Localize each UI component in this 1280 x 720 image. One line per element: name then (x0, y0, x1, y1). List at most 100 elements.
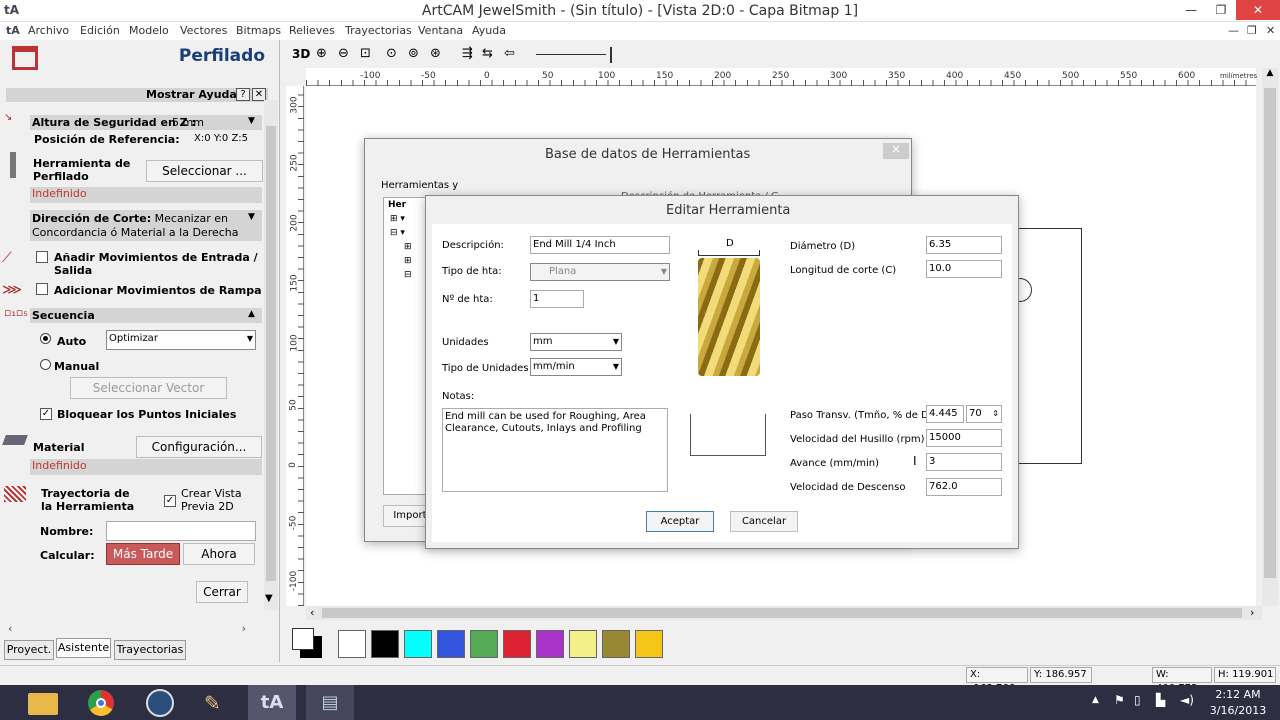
select-tool-button[interactable]: Seleccionar ... (146, 160, 263, 182)
palette-color[interactable] (569, 630, 597, 658)
panel-scrollbar[interactable] (264, 100, 278, 610)
palette-color[interactable] (470, 630, 498, 658)
palette-color[interactable] (503, 630, 531, 658)
palette-color[interactable] (602, 630, 630, 658)
menu-ventana[interactable]: Ventana (418, 24, 463, 37)
unit-type-select[interactable]: mm/min ▼ (530, 358, 622, 376)
sequence-header[interactable]: Secuencia ▲ (30, 308, 262, 323)
palette-color[interactable] (404, 630, 432, 658)
stepover-pct-input[interactable]: 70 ⇕ (966, 405, 1002, 423)
menu-modelo[interactable]: Modelo (129, 24, 169, 37)
canvas-hscroll-right-icon[interactable]: › (1250, 606, 1254, 619)
zoom-prev-icon[interactable]: ⊚ (408, 46, 419, 61)
tray-arrow-icon[interactable]: ▲ (1092, 695, 1099, 705)
select-vector-button[interactable]: Seleccionar Vector (70, 377, 227, 399)
menu-trayectorias[interactable]: Trayectorias (345, 24, 412, 37)
file-explorer-icon[interactable] (28, 693, 58, 715)
diameter-input[interactable]: 6.35 (926, 236, 1002, 254)
mdi-close-icon[interactable]: ✕ (1266, 24, 1275, 37)
preview-checkbox[interactable]: ✓ (164, 495, 176, 507)
zoom-out-icon[interactable]: ⊖ (338, 46, 349, 61)
zoom-slider-handle[interactable] (610, 47, 612, 63)
canvas-vscroll-thumb[interactable] (1264, 88, 1276, 578)
units-select[interactable]: mm ▼ (530, 333, 622, 351)
feed-input[interactable]: 3 (926, 453, 1002, 471)
lead-moves-checkbox[interactable] (36, 251, 48, 263)
show-help-label[interactable]: Mostrar Ayuda (146, 88, 237, 101)
back-icon[interactable]: ⇦ (504, 46, 515, 61)
restore-icon[interactable]: ❐ (1206, 0, 1236, 20)
type-select[interactable]: Plana ▼ (530, 263, 670, 281)
close-icon[interactable]: ✕ (1236, 0, 1280, 20)
spindle-input[interactable]: 15000 (926, 429, 1002, 447)
tray-flag-icon[interactable]: ⚑ (1114, 693, 1125, 707)
palette-color[interactable] (536, 630, 564, 658)
palette-color[interactable] (371, 630, 399, 658)
zoom-box-icon[interactable]: ⊡ (360, 46, 371, 61)
zoom-in-icon[interactable]: ⊕ (316, 46, 327, 61)
menu-archivo[interactable]: Archivo (28, 24, 69, 37)
chrome-icon[interactable] (88, 690, 114, 716)
canvas-hscroll-left-icon[interactable]: ‹ (310, 606, 314, 619)
notes-textarea[interactable]: End mill can be used for Roughing, Area … (442, 408, 668, 492)
help-question-icon[interactable]: ? (236, 88, 250, 101)
artcam-taskbar-icon[interactable]: tA (248, 685, 296, 720)
layer-icon[interactable]: ⇶ (462, 46, 473, 61)
tray-network-icon[interactable]: ▙ (1156, 693, 1165, 707)
ramp-moves-checkbox[interactable] (36, 283, 48, 295)
app-taskbar-icon[interactable] (146, 689, 174, 717)
canvas-hscroll[interactable]: ‹ › (306, 606, 1262, 620)
zoom-fit-icon[interactable]: ⊙ (386, 46, 397, 61)
optimize-select[interactable]: Optimizar ▼ (106, 330, 256, 350)
palette-color[interactable] (635, 630, 663, 658)
panel-scroll-thumb[interactable] (266, 126, 276, 581)
minimize-icon[interactable]: — (1176, 0, 1206, 20)
zoom-all-icon[interactable]: ⊛ (430, 46, 441, 61)
menu-edicion[interactable]: Edición (80, 24, 120, 37)
cancel-button[interactable]: Cancelar (730, 511, 798, 532)
sequence-collapse-icon[interactable]: ▲ (248, 309, 255, 319)
clock-date[interactable]: 3/16/2013 (1206, 704, 1270, 717)
zoom-slider[interactable] (536, 54, 606, 55)
paint-taskbar-icon[interactable]: ✎ (204, 691, 221, 715)
expand-down-icon[interactable]: ▼ (248, 116, 255, 126)
panel-scroll-down-icon[interactable]: ▼ (265, 593, 273, 604)
palette-color[interactable] (338, 630, 366, 658)
plunge-input[interactable]: 762.0 (926, 478, 1002, 496)
tray-battery-icon[interactable]: ▯ (1134, 693, 1141, 707)
palette-color[interactable] (437, 630, 465, 658)
cut-length-input[interactable]: 10.0 (926, 260, 1002, 278)
stepover-spin-icon[interactable]: ⇕ (992, 406, 999, 422)
tab-assistant[interactable]: Asistente (56, 638, 111, 658)
cut-direction-row[interactable]: Dirección de Corte: Mecanizar en Concord… (30, 210, 262, 241)
panel-hscroll[interactable]: ‹ › (4, 622, 260, 636)
scroll-left-icon[interactable]: ‹ (8, 622, 12, 635)
accept-button[interactable]: Aceptar (646, 511, 714, 532)
menu-bitmaps[interactable]: Bitmaps (236, 24, 281, 37)
menu-ayuda[interactable]: Ayuda (472, 24, 506, 37)
stepover-input[interactable]: 4.445 (926, 405, 964, 423)
tray-volume-icon[interactable]: ◄) (1180, 693, 1194, 707)
lock-start-checkbox[interactable]: ✓ (40, 408, 52, 420)
video-taskbar-icon[interactable]: ▤ (306, 685, 354, 720)
clock-time[interactable]: 2:12 AM (1210, 688, 1266, 701)
desc-input[interactable]: End Mill 1/4 Inch (530, 236, 670, 254)
3d-view-icon[interactable]: 3D (292, 47, 310, 61)
canvas-hscroll-thumb[interactable] (322, 608, 1242, 618)
color-swap-icon[interactable] (292, 628, 328, 660)
menu-relieves[interactable]: Relieves (289, 24, 335, 37)
scroll-right-icon[interactable]: › (242, 622, 246, 635)
mdi-restore-icon[interactable]: ❐ (1247, 24, 1257, 37)
menu-vectores[interactable]: Vectores (180, 24, 227, 37)
swap-icon[interactable]: ⇆ (482, 46, 493, 61)
toolpath-name-input[interactable] (106, 521, 256, 541)
safe-height-row[interactable]: Altura de Seguridad en Z : 5 mm ▼ (30, 115, 262, 130)
auto-radio[interactable] (40, 333, 51, 344)
tab-toolpaths[interactable]: Trayectorias (114, 640, 186, 660)
canvas-vscroll[interactable]: ▲ (1262, 68, 1278, 606)
material-config-button[interactable]: Configuración... (136, 436, 262, 458)
tab-project[interactable]: Proyect. (4, 640, 54, 660)
tool-number-input[interactable]: 1 (530, 290, 584, 308)
calculate-later-button[interactable]: Más Tarde (106, 543, 180, 565)
manual-radio[interactable] (40, 359, 51, 370)
